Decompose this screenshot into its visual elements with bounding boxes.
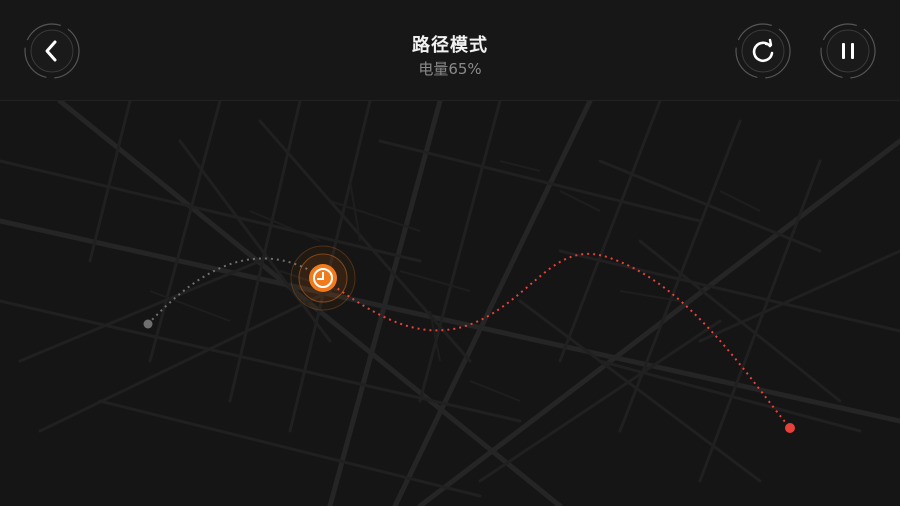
route-end-point — [785, 423, 795, 433]
pause-icon — [820, 23, 876, 79]
path-mode-screen: 路径模式 电量65% — [0, 0, 900, 506]
top-bar: 路径模式 电量65% — [0, 0, 900, 101]
current-position-marker — [290, 245, 356, 311]
refresh-icon — [735, 23, 791, 79]
pause-button[interactable] — [820, 23, 876, 79]
route-start-point — [143, 319, 153, 329]
refresh-button[interactable] — [735, 23, 791, 79]
city-map[interactable] — [0, 101, 900, 506]
